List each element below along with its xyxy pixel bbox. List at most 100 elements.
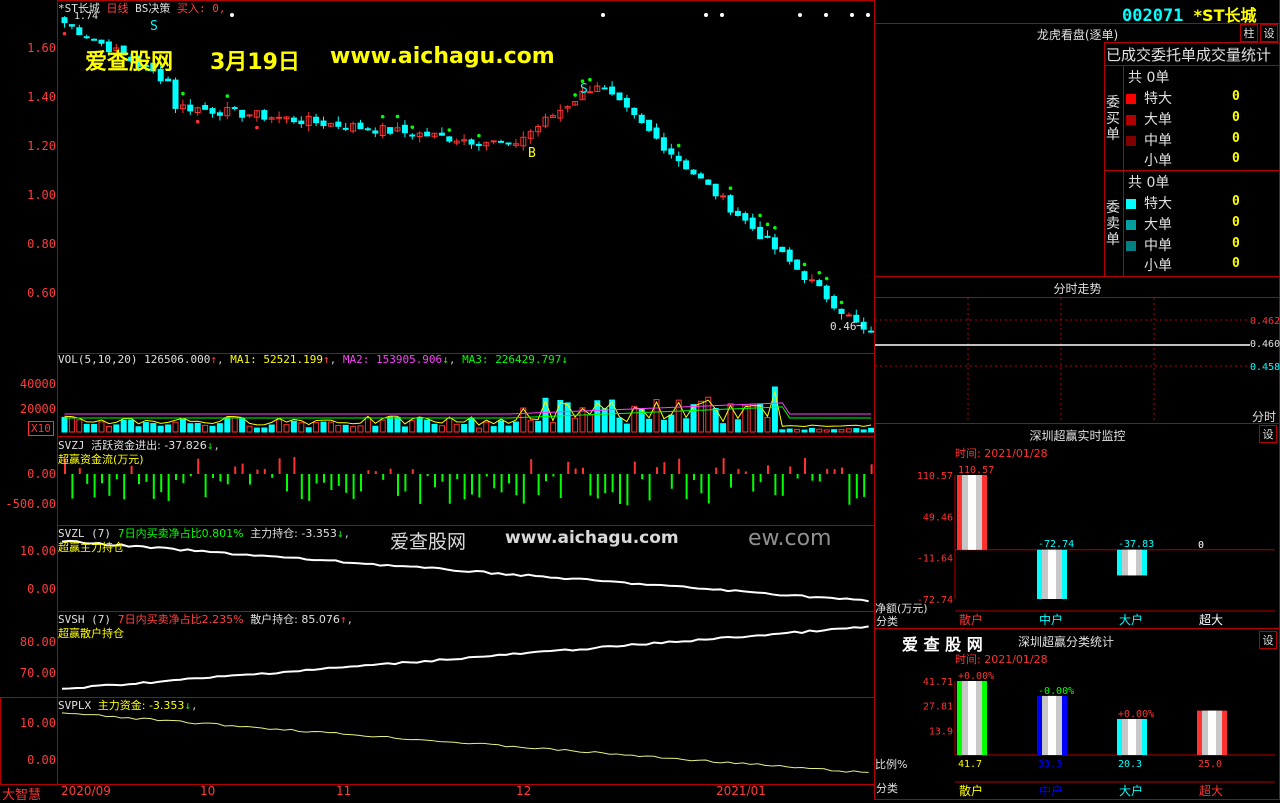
signal-dot xyxy=(758,213,762,218)
fund-flow-bar xyxy=(656,467,658,474)
candle-body xyxy=(202,105,209,110)
row-label: 特大 xyxy=(1144,196,1172,212)
watermark-url-2: www.aichagu.com xyxy=(505,528,679,548)
fund-flow-bar xyxy=(441,474,444,482)
fund-flow-bar xyxy=(641,474,644,480)
dragon-settings-button[interactable]: 设 xyxy=(1260,24,1278,42)
down-arrow-icon: ↓ xyxy=(336,527,344,540)
y-tick-label: 41.71 xyxy=(923,677,953,688)
volume-bar xyxy=(586,414,593,433)
strategy-label[interactable]: BS决策 xyxy=(135,2,170,15)
volume-bar xyxy=(313,422,320,433)
change-label: +0.00% xyxy=(1118,709,1154,720)
volume-bar xyxy=(268,424,275,433)
fund-flow-bar xyxy=(411,469,414,474)
up-arrow-icon: ↑ xyxy=(339,613,347,626)
signal-dot xyxy=(410,125,415,129)
volume-bar xyxy=(845,428,852,433)
volume-bar xyxy=(165,424,172,433)
svzl-ratio: 7日内买卖净占比0.801% xyxy=(117,527,244,540)
bar-value-label: 25.0 xyxy=(1198,759,1222,770)
pin-button[interactable]: 柱 xyxy=(1240,24,1258,42)
buy-signal-label: 买入: 0, xyxy=(177,2,226,15)
candle-body xyxy=(246,114,253,117)
fund-flow-bar xyxy=(693,474,695,481)
ma3-label: MA3: xyxy=(462,353,489,366)
y-tick-label: -11.64 xyxy=(917,554,953,565)
signal-dot xyxy=(676,143,681,148)
volume-bar xyxy=(76,419,83,433)
vol-unit-badge[interactable]: X10 xyxy=(28,421,54,436)
period-label[interactable]: 日线 xyxy=(107,2,129,15)
candle-body xyxy=(387,127,394,134)
buy-row-m[interactable]: 中单 xyxy=(1126,130,1172,150)
main-y-label: 1.40 xyxy=(27,90,56,104)
vol-value: 126506.000 xyxy=(144,353,211,366)
row-label: 中单 xyxy=(1144,238,1172,254)
volume-bar xyxy=(320,421,327,433)
sell-row-s[interactable]: 小单 xyxy=(1126,255,1172,275)
candle-body xyxy=(372,130,379,134)
stat-cat-label: 分类 xyxy=(876,782,898,795)
intraday-chart[interactable] xyxy=(875,298,1280,424)
signal-dot xyxy=(447,128,452,132)
sell-total: 共 0单 xyxy=(1128,172,1169,192)
signal-dot xyxy=(765,222,770,227)
volume-bar xyxy=(623,423,630,433)
candle-body xyxy=(61,17,68,24)
volume-bar xyxy=(468,417,475,433)
signal-dot xyxy=(728,186,733,191)
main-y-label: 1.60 xyxy=(27,41,56,55)
volume-bar xyxy=(91,423,98,433)
candle-body xyxy=(823,285,830,300)
volume-bar xyxy=(823,429,830,433)
kline-chart[interactable]: S S B xyxy=(0,0,875,800)
svplx-name[interactable]: SVPLX xyxy=(58,699,91,712)
candle-body xyxy=(342,127,349,130)
intraday-y-label: 0.458 xyxy=(1250,362,1280,373)
bar-value-label: 20.3 xyxy=(1118,759,1142,770)
volume-bar xyxy=(239,418,246,433)
buy-row-s[interactable]: 小单 xyxy=(1126,150,1172,170)
fund-flow-bar xyxy=(678,458,681,474)
watermark-url-tail: ew.com xyxy=(748,526,832,551)
fund-flow-bar xyxy=(145,474,148,482)
volume-bar xyxy=(542,397,549,433)
sell-row-l[interactable]: 大单 xyxy=(1126,214,1172,234)
monitor-bar-chart[interactable]: 110.5749.46-11.64-72.74110.57散户-72.74中户-… xyxy=(875,424,1280,629)
fund-flow-bar xyxy=(78,468,81,474)
volume-bar xyxy=(512,421,519,433)
bar-value-label: -37.83 xyxy=(1118,539,1154,550)
fund-flow-bar xyxy=(219,474,222,482)
candle-body xyxy=(357,122,364,130)
signal-dot xyxy=(380,114,385,119)
category-label: 大户 xyxy=(1119,783,1143,798)
volume-bar xyxy=(779,429,786,433)
candle-body xyxy=(616,92,623,101)
bar-value-label: 110.57 xyxy=(958,465,994,476)
volume-bar xyxy=(364,416,371,433)
fund-flow-bar xyxy=(737,468,740,474)
candle-body xyxy=(646,119,653,131)
candle-body xyxy=(712,183,719,197)
fund-flow-bar xyxy=(648,474,651,501)
fund-flow-bar xyxy=(611,474,614,493)
buy-row-l[interactable]: 大单 xyxy=(1126,109,1172,129)
volume-bar xyxy=(616,417,623,433)
fund-flow-bar xyxy=(804,457,806,474)
buy-row-xl[interactable]: 特大 xyxy=(1126,88,1172,108)
stat-bar-chart[interactable]: 41.71 27.81 13.9 41.7 散户 +0.00% 33.3 中户 -0.00% 20… xyxy=(875,630,1280,800)
volume-bar xyxy=(446,417,453,433)
down-arrow-icon: ↓ xyxy=(561,353,569,366)
last-price-label: 0.46 xyxy=(830,320,857,333)
candle-body xyxy=(498,140,505,143)
sell-row-xl[interactable]: 特大 xyxy=(1126,193,1172,213)
vol-indicator-name[interactable]: VOL(5,10,20) xyxy=(58,353,137,366)
square-icon xyxy=(1126,156,1136,166)
volume-bar xyxy=(231,417,238,433)
row-label: 大单 xyxy=(1144,112,1172,128)
sell-row-m[interactable]: 中单 xyxy=(1126,235,1172,255)
signal-dot xyxy=(802,262,807,267)
candle-body xyxy=(794,259,801,270)
svzl-y-label: 0.00 xyxy=(27,582,56,596)
